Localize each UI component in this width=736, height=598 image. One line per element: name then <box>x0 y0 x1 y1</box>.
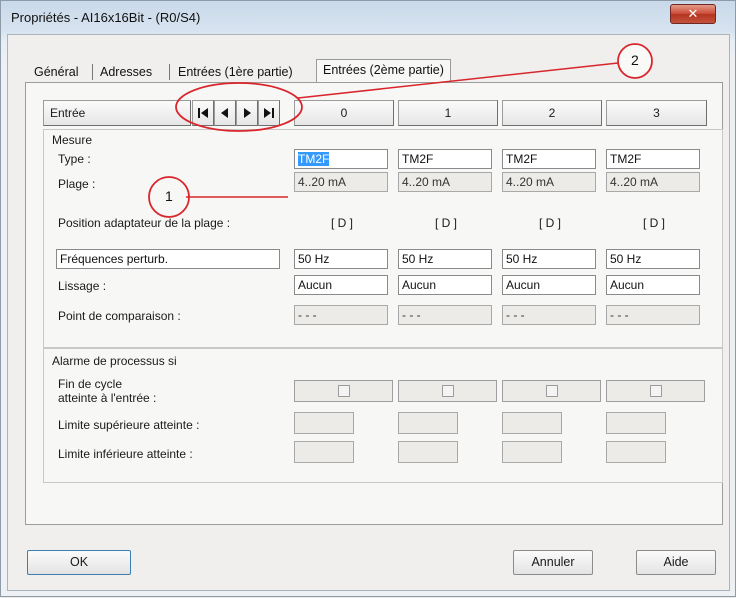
prev-icon <box>221 108 228 118</box>
callout-2-number: 2 <box>631 52 639 68</box>
tab-panel: Entrée 0 1 2 3 Mesure Type : Plage : TM2… <box>25 82 723 525</box>
limite-sup-box-1[interactable] <box>398 412 458 434</box>
frequences-value-1[interactable]: 50 Hz <box>398 249 492 269</box>
position-value-0: [ D ] <box>330 216 353 230</box>
next-icon <box>244 108 251 118</box>
lissage-value-0[interactable]: Aucun <box>294 275 388 295</box>
header-channel-1: 1 <box>398 100 498 126</box>
mesure-section-label: Mesure <box>52 133 93 147</box>
fin-cycle-cell-0 <box>294 380 393 402</box>
fin-cycle-cell-3 <box>606 380 705 402</box>
tab-separator <box>169 64 170 80</box>
next-button[interactable] <box>236 100 258 126</box>
plage-label: Plage : <box>58 177 96 191</box>
properties-dialog: Propriétés - AI16x16Bit - (R0/S4) ✕ Géné… <box>0 0 736 597</box>
fin-cycle-checkbox-1[interactable] <box>442 385 454 397</box>
type-field-3[interactable]: TM2F <box>606 149 700 169</box>
limite-sup-label: Limite supérieure atteinte : <box>58 418 200 432</box>
close-button[interactable]: ✕ <box>670 4 716 24</box>
type-field-1[interactable]: TM2F <box>398 149 492 169</box>
fin-cycle-label-line1: Fin de cycle <box>58 377 123 391</box>
limite-sup-box-3[interactable] <box>606 412 666 434</box>
last-icon <box>264 108 274 118</box>
type-field-0[interactable]: TM2F <box>294 149 388 169</box>
callout-1-number: 1 <box>165 188 173 204</box>
first-button[interactable] <box>192 100 214 126</box>
header-channel-0: 0 <box>294 100 394 126</box>
annuler-button[interactable]: Annuler <box>513 550 593 575</box>
tab-adresses[interactable]: Adresses <box>94 62 158 84</box>
tab-general[interactable]: Général <box>28 62 84 84</box>
limite-inf-box-0[interactable] <box>294 441 354 463</box>
header-channel-2: 2 <box>502 100 602 126</box>
plage-field-2[interactable]: 4..20 mA <box>502 172 596 192</box>
position-value-2: [ D ] <box>538 216 561 230</box>
type-field-2[interactable]: TM2F <box>502 149 596 169</box>
limite-sup-box-0[interactable] <box>294 412 354 434</box>
fin-cycle-cell-2 <box>502 380 601 402</box>
fin-cycle-cell-1 <box>398 380 497 402</box>
header-entree: Entrée <box>43 100 191 126</box>
window-title: Propriétés - AI16x16Bit - (R0/S4) <box>11 10 201 25</box>
tab-entrees-1[interactable]: Entrées (1ère partie) <box>172 62 299 84</box>
dialog-client-area: Général Adresses Entrées (1ère partie) E… <box>7 34 730 591</box>
comparaison-value-1[interactable]: - - - <box>398 305 492 325</box>
tab-entrees-2[interactable]: Entrées (2ème partie) <box>316 59 451 83</box>
first-icon <box>198 108 208 118</box>
limite-inf-label: Limite inférieure atteinte : <box>58 447 193 461</box>
plage-field-1[interactable]: 4..20 mA <box>398 172 492 192</box>
fin-cycle-checkbox-3[interactable] <box>650 385 662 397</box>
fin-cycle-label-line2: atteinte à l'entrée : <box>58 391 157 405</box>
plage-field-3[interactable]: 4..20 mA <box>606 172 700 192</box>
lissage-value-2[interactable]: Aucun <box>502 275 596 295</box>
limite-inf-box-3[interactable] <box>606 441 666 463</box>
title-bar: Propriétés - AI16x16Bit - (R0/S4) ✕ <box>1 1 735 35</box>
type-label: Type : <box>58 152 91 166</box>
limite-inf-box-1[interactable] <box>398 441 458 463</box>
header-channel-3: 3 <box>606 100 707 126</box>
frequences-value-0[interactable]: 50 Hz <box>294 249 388 269</box>
limite-inf-box-2[interactable] <box>502 441 562 463</box>
position-value-3: [ D ] <box>642 216 665 230</box>
comparaison-value-3[interactable]: - - - <box>606 305 700 325</box>
prev-button[interactable] <box>214 100 236 126</box>
comparaison-value-0[interactable]: - - - <box>294 305 388 325</box>
ok-button[interactable]: OK <box>27 550 131 575</box>
plage-field-0[interactable]: 4..20 mA <box>294 172 388 192</box>
frequences-value-3[interactable]: 50 Hz <box>606 249 700 269</box>
frequences-field[interactable]: Fréquences perturb. <box>56 249 280 269</box>
alarme-section-label: Alarme de processus si <box>52 354 177 368</box>
position-label: Position adaptateur de la plage : <box>58 216 231 230</box>
position-value-1: [ D ] <box>434 216 457 230</box>
tab-separator <box>92 64 93 80</box>
last-button[interactable] <box>258 100 280 126</box>
lissage-value-1[interactable]: Aucun <box>398 275 492 295</box>
fin-cycle-checkbox-0[interactable] <box>338 385 350 397</box>
lissage-label: Lissage : <box>58 279 107 293</box>
lissage-value-3[interactable]: Aucun <box>606 275 700 295</box>
frequences-value-2[interactable]: 50 Hz <box>502 249 596 269</box>
limite-sup-box-2[interactable] <box>502 412 562 434</box>
comparaison-label: Point de comparaison : <box>58 309 181 323</box>
aide-button[interactable]: Aide <box>636 550 716 575</box>
fin-cycle-checkbox-2[interactable] <box>546 385 558 397</box>
comparaison-value-2[interactable]: - - - <box>502 305 596 325</box>
